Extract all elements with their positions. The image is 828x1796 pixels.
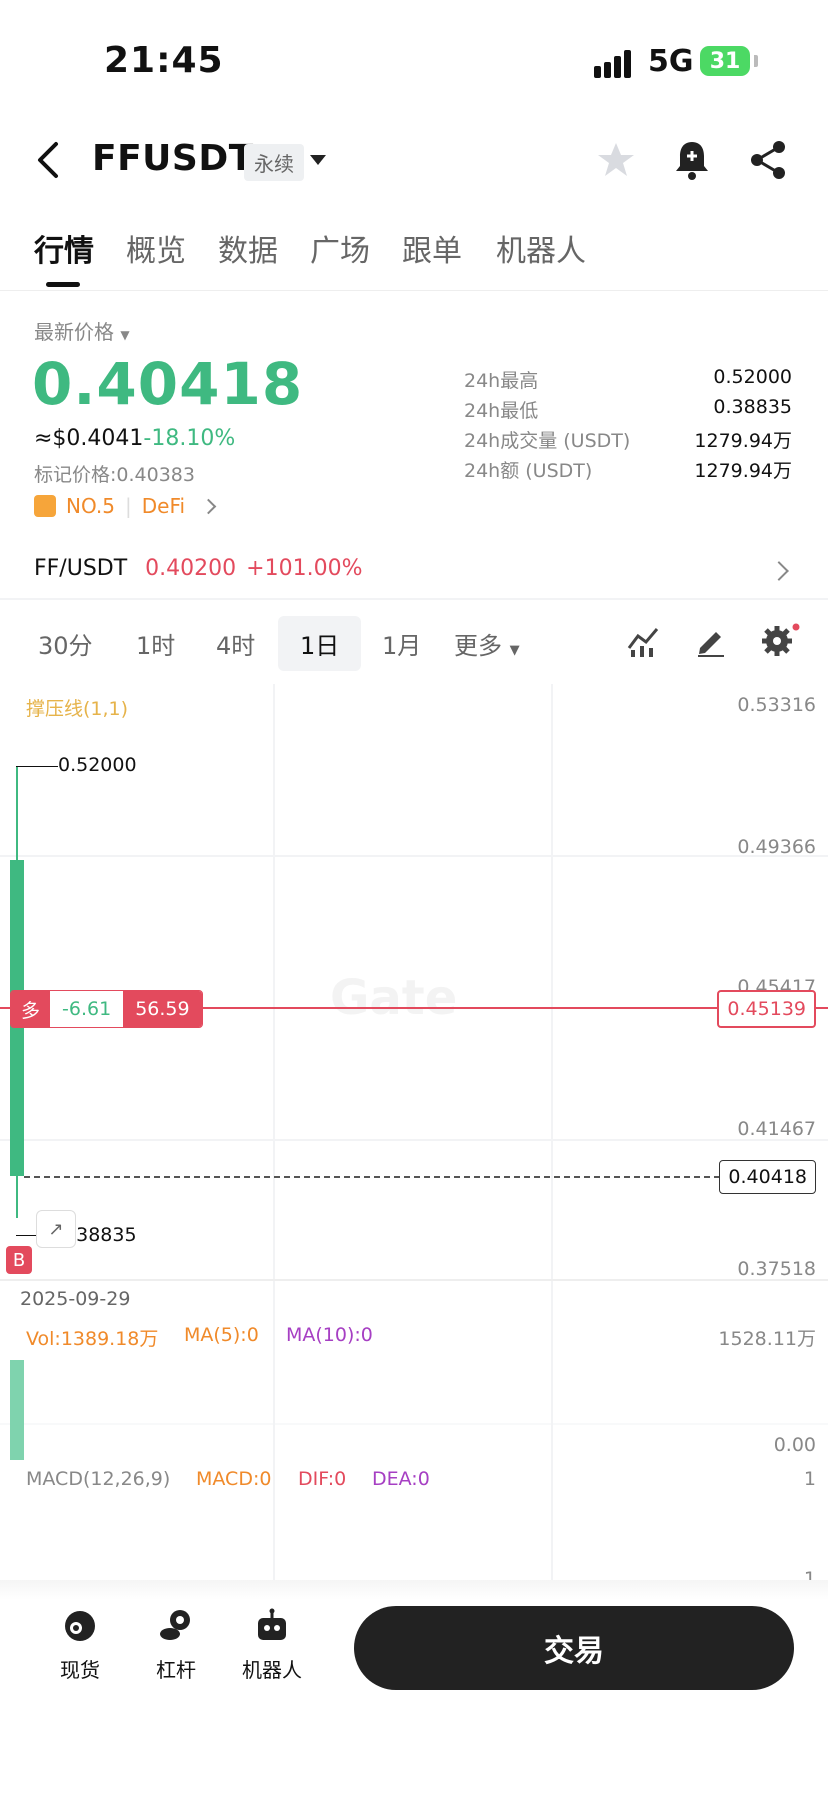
ma10-legend: MA(10):0 (286, 1324, 373, 1346)
network-label: 5G (648, 44, 694, 79)
rank-label: NO.5 (66, 494, 115, 518)
tab-bots[interactable]: 机器人 (496, 226, 586, 270)
spot-icon (65, 1611, 95, 1641)
active-tab-indicator (46, 282, 80, 287)
x-date-label: 2025-09-29 (20, 1288, 131, 1310)
high-leader-line (16, 766, 58, 767)
dea-value: DEA:0 (372, 1468, 430, 1490)
draw-tool-icon[interactable] (694, 624, 728, 658)
price-alert-bell-icon[interactable] (672, 138, 712, 182)
candle-wick-lower (16, 1174, 18, 1218)
back-arrow-icon[interactable] (30, 138, 70, 182)
interval-1M[interactable]: 1月 (382, 626, 421, 661)
spot-pair-name: FF/USDT (34, 556, 128, 581)
signal-icon (594, 48, 636, 78)
category-label: DeFi (141, 494, 186, 518)
expand-chart-icon[interactable]: ↗ (36, 1210, 76, 1248)
volume-min-label: 0.00 (773, 1434, 816, 1456)
volume-legend: Vol:1389.18万 (26, 1328, 159, 1350)
kline-chart[interactable]: 撑压线(1,1) 0.53316 0.49366 0.45417 0.41467… (0, 684, 828, 1590)
chart-settings-gear-icon[interactable] (760, 622, 800, 658)
position-side: 多 (11, 991, 51, 1027)
y-tick: 0.37518 (737, 1258, 816, 1280)
current-price-line (24, 1176, 720, 1178)
nav-spot[interactable]: 现货 (40, 1590, 120, 1683)
battery-icon: 31 (700, 46, 750, 76)
share-icon[interactable] (748, 140, 788, 180)
nav-robot[interactable]: 机器人 (232, 1590, 312, 1683)
symbol-dropdown-icon[interactable] (310, 155, 326, 165)
spot-pair-price: 0.40200 (145, 556, 237, 581)
change-percent: -18.10% (143, 426, 236, 451)
dif-value: DIF:0 (298, 1468, 347, 1490)
rank-icon (34, 495, 56, 517)
nav-margin[interactable]: 杠杆 (136, 1590, 216, 1683)
divider (0, 290, 828, 291)
ma5-legend: MA(5):0 (184, 1324, 259, 1346)
interval-1d[interactable]: 1日 (278, 616, 362, 671)
status-time: 21:45 (104, 40, 224, 81)
robot-icon (258, 1608, 286, 1640)
contract-type-tag[interactable]: 永续 (244, 144, 304, 181)
interval-4h[interactable]: 4时 (216, 626, 255, 661)
chevron-right-icon (200, 498, 217, 514)
battery-tip (754, 55, 758, 67)
support-resistance-legend: 撑压线(1,1) (26, 698, 129, 720)
tab-market[interactable]: 行情 (34, 226, 94, 270)
y-tick: 0.49366 (737, 836, 816, 858)
tab-data[interactable]: 数据 (218, 226, 278, 270)
tab-square[interactable]: 广场 (310, 226, 370, 270)
position-price-tag: 0.45139 (717, 990, 816, 1028)
favorite-star-icon[interactable] (596, 140, 636, 180)
last-price: 0.40418 (32, 350, 304, 418)
trade-button[interactable]: 交易 (354, 1606, 794, 1690)
interval-30m[interactable]: 30分 (38, 626, 93, 661)
macd-value: MACD:0 (196, 1468, 272, 1490)
position-pnl: -6.61 (50, 991, 124, 1027)
macd-legend: MACD(12,26,9) (26, 1468, 171, 1490)
tab-copy-trade[interactable]: 跟单 (402, 226, 462, 270)
macd-top-label: 1 (803, 1468, 816, 1490)
y-tick: 0.41467 (737, 1118, 816, 1140)
divider (0, 598, 828, 600)
tab-overview[interactable]: 概览 (126, 226, 186, 270)
spot-pair-change: +101.00% (246, 556, 363, 581)
latest-price-label[interactable]: 最新价格 ▼ (34, 316, 130, 345)
rank-category-row[interactable]: NO.5 | DeFi (34, 494, 217, 518)
y-tick: 0.53316 (737, 694, 816, 716)
position-value: 56.59 (123, 991, 202, 1027)
interval-more[interactable]: 更多 ▼ (454, 626, 520, 661)
buy-marker[interactable]: B (6, 1246, 32, 1274)
high-price-label: 0.52000 (58, 754, 137, 776)
chart-grid (0, 684, 828, 1580)
margin-icon (160, 1610, 190, 1640)
chevron-right-icon[interactable] (769, 561, 789, 581)
mark-price: 0.40383 (116, 464, 195, 486)
volume-max-label: 1528.11万 (718, 1328, 816, 1350)
indicator-icon[interactable] (626, 624, 660, 658)
position-tag[interactable]: 多 -6.61 56.59 (10, 990, 203, 1028)
usd-price-line: ≈$0.4041-18.10% (34, 426, 235, 451)
symbol-title[interactable]: FFUSDT (92, 138, 254, 179)
gate-watermark: Gate (330, 970, 458, 1026)
usd-approx: ≈$0.4041 (34, 426, 144, 451)
current-price-tag: 0.40418 (719, 1160, 816, 1194)
spot-pair-row[interactable]: FF/USDT 0.40200 +101.00% (34, 556, 362, 581)
main-tabs: 行情 概览 数据 广场 跟单 机器人 (0, 226, 828, 290)
interval-1h[interactable]: 1时 (136, 626, 175, 661)
mark-price-line: 标记价格:0.40383 (34, 464, 195, 486)
volume-bar (10, 1360, 24, 1460)
